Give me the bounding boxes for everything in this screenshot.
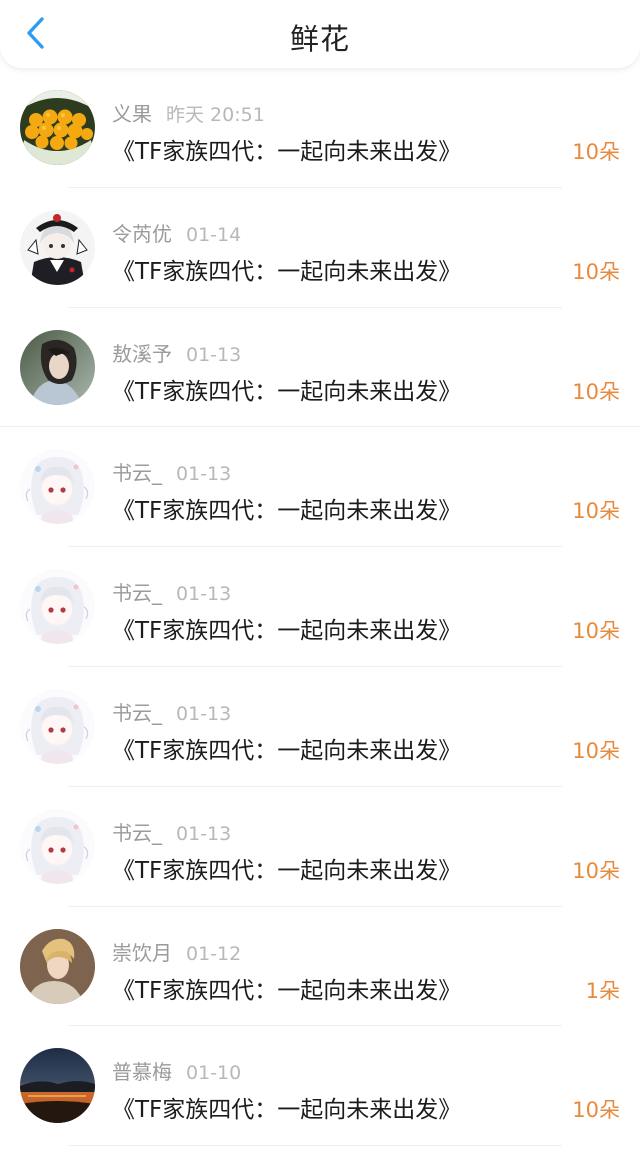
flower-count: 1朵 (585, 978, 620, 1003)
user-name[interactable]: 书云_ (112, 581, 162, 605)
flower-count: 10朵 (572, 619, 620, 644)
work-title[interactable]: 《TF家族四代：一起向未来出发》 (112, 971, 461, 1005)
avatar[interactable] (20, 209, 95, 285)
item-date: 01-13 (176, 463, 232, 486)
flower-count: 10朵 (572, 259, 620, 284)
work-title[interactable]: 《TF家族四代：一起向未来出发》 (112, 731, 461, 765)
flower-count: 10朵 (572, 379, 620, 404)
work-title[interactable]: 《TF家族四代：一起向未来出发》 (112, 491, 461, 525)
anime-character-avatar-icon (20, 209, 95, 285)
anime-girl-avatar-icon (20, 569, 95, 645)
flower-count: 10朵 (572, 499, 620, 524)
list-item[interactable]: 书云_ 01-13 《TF家族四代：一起向未来出发》 10朵 (0, 787, 640, 907)
flower-list: 义果昨天 20:51 《TF家族四代：一起向未来出发》 10朵 令芮优01- (0, 68, 640, 1147)
item-meta: 敖溪予 01-13 (112, 338, 242, 366)
user-name[interactable]: 令芮优 (112, 222, 172, 246)
flower-count: 10朵 (572, 858, 620, 883)
item-meta: 书云_ 01-13 (112, 697, 232, 725)
flower-count: 10朵 (572, 738, 620, 763)
work-title[interactable]: 《TF家族四代：一起向未来出发》 (112, 252, 461, 286)
item-date: 01-13 (176, 583, 232, 606)
portrait-avatar-icon (20, 928, 95, 1004)
item-meta: 义果 昨天 20:51 (112, 98, 265, 126)
list-item[interactable]: 崇饮月 01-12 《TF家族四代：一起向未来出发》 1朵 (0, 907, 640, 1027)
work-title[interactable]: 《TF家族四代：一起向未来出发》 (112, 851, 461, 885)
avatar[interactable] (20, 329, 95, 405)
mango-avatar-icon (20, 90, 95, 165)
item-meta: 书云_ 01-13 (112, 577, 232, 606)
user-name[interactable]: 义果 (112, 102, 152, 126)
anime-girl-avatar-icon (20, 449, 95, 525)
sunset-avatar-icon (20, 1048, 95, 1124)
item-date: 01-10 (186, 1062, 242, 1085)
item-date: 01-13 (176, 822, 232, 845)
item-meta: 书云_ 01-13 (112, 457, 232, 486)
item-meta: 书云_ 01-13 (112, 817, 232, 845)
item-date: 01-13 (176, 702, 232, 725)
user-name[interactable]: 书云_ (112, 821, 162, 845)
list-item[interactable]: 令芮优 01-14 《TF家族四代：一起向未来出发》 10朵 (0, 188, 640, 308)
avatar[interactable] (20, 688, 95, 764)
work-title[interactable]: 《TF家族四代：一起向未来出发》 (112, 611, 461, 645)
user-name[interactable]: 普慕梅 (112, 1060, 172, 1084)
avatar[interactable] (20, 90, 95, 165)
list-item[interactable]: 敖溪予 01-13 《TF家族四代：一起向未来出发》 10朵 (0, 308, 640, 428)
avatar[interactable] (20, 1048, 95, 1124)
avatar[interactable] (20, 449, 95, 525)
page-title: 鲜花 (289, 22, 350, 56)
top-bar: 鲜花 (0, 0, 640, 68)
list-item[interactable]: 义果 昨天 20:51 《TF家族四代：一起向未来出发》 10朵 (0, 68, 640, 188)
user-name[interactable]: 崇饮月 (112, 941, 172, 965)
avatar[interactable] (20, 928, 95, 1004)
user-name[interactable]: 书云_ (112, 701, 162, 725)
list-item[interactable]: 书云_ 01-13 《TF家族四代：一起向未来出发》 10朵 (0, 667, 640, 787)
user-name[interactable]: 书云_ (112, 461, 162, 485)
item-date: 01-14 (186, 223, 242, 246)
avatar[interactable] (20, 569, 95, 645)
list-item[interactable]: 书云_ 01-13 《TF家族四代：一起向未来出发》 10朵 (0, 547, 640, 667)
item-meta: 崇饮月 01-12 (112, 937, 242, 965)
item-meta: 令芮优 01-14 (112, 218, 242, 246)
anime-girl-avatar-icon (20, 808, 95, 884)
item-date: 01-13 (186, 343, 242, 366)
anime-girl-avatar-icon (20, 688, 95, 764)
work-title[interactable]: 《TF家族四代：一起向未来出发》 (112, 1090, 461, 1124)
work-title[interactable]: 《TF家族四代：一起向未来出发》 (112, 132, 461, 166)
user-name[interactable]: 敖溪予 (112, 342, 172, 366)
avatar[interactable] (20, 808, 95, 884)
work-title[interactable]: 《TF家族四代：一起向未来出发》 (112, 372, 461, 406)
flower-count: 10朵 (572, 140, 620, 164)
item-date: 01-12 (186, 942, 242, 965)
list-item[interactable]: 普慕梅 01-10 《TF家族四代：一起向未来出发》 10朵 (0, 1026, 640, 1147)
photo-avatar-icon (20, 329, 95, 405)
item-meta: 普慕梅 01-10 (112, 1056, 242, 1085)
flower-count: 10朵 (572, 1098, 620, 1123)
item-date: 昨天 20:51 (166, 104, 265, 126)
list-item[interactable]: 书云_ 01-13 《TF家族四代：一起向未来出发》 10朵 (0, 427, 640, 548)
divider (68, 1145, 562, 1147)
